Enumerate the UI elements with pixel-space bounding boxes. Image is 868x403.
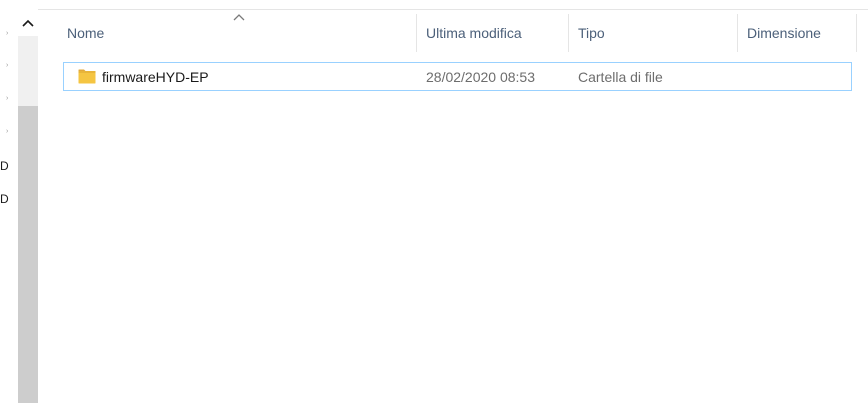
navigation-pane: › › › › D D [0,0,18,403]
file-type: Cartella di file [578,68,663,85]
column-separator[interactable] [856,14,857,52]
expand-arrow-icon[interactable]: › [6,95,8,102]
file-name: firmwareHYD-EP [102,68,209,85]
scroll-up-button[interactable] [18,10,38,36]
column-header-label: Ultima modifica [426,25,522,41]
scroll-thumb[interactable] [18,106,38,403]
column-header-row: Nome Ultima modifica Tipo Dimensione [38,10,868,52]
expand-arrow-icon[interactable]: › [6,128,8,135]
chevron-up-icon [22,19,34,27]
file-explorer-window: › › › › D D Nome Ultima modifica Tipo Di… [0,0,868,403]
column-header-label: Nome [67,25,105,41]
nav-scrollbar[interactable] [18,10,38,403]
column-header-label: Tipo [578,25,605,41]
expand-arrow-icon[interactable]: › [6,62,8,69]
expand-arrow-icon[interactable]: › [6,30,8,37]
folder-icon [78,69,96,84]
file-row[interactable]: firmwareHYD-EP 28/02/2020 08:53 Cartella… [63,62,852,91]
column-header-type[interactable]: Tipo [569,10,737,52]
column-header-label: Dimensione [747,25,821,41]
sort-ascending-icon [233,14,245,21]
file-modified: 28/02/2020 08:53 [426,68,535,85]
column-header-modified[interactable]: Ultima modifica [417,10,568,52]
nav-item-label[interactable]: D [0,160,10,172]
column-header-size[interactable]: Dimensione [738,10,856,52]
nav-item-label[interactable]: D [0,193,10,205]
